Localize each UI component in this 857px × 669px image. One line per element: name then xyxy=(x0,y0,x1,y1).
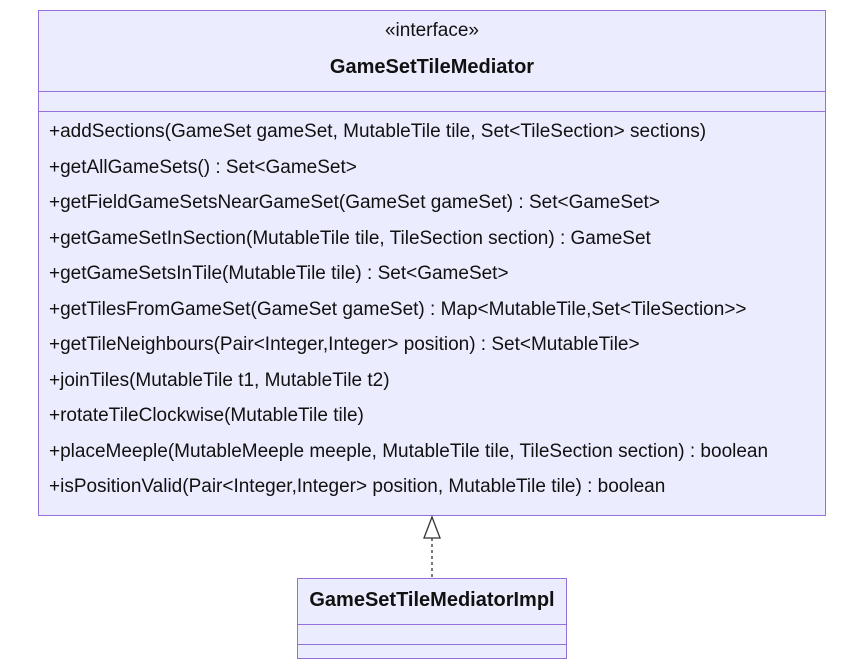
impl-class-name: GameSetTileMediatorImpl xyxy=(309,589,555,611)
impl-attributes-divider xyxy=(298,644,566,645)
realization-arrow xyxy=(423,515,441,579)
impl-class-box: GameSetTileMediatorImpl xyxy=(297,578,567,659)
realization-arrowhead xyxy=(423,515,441,539)
impl-name-divider xyxy=(298,624,566,625)
